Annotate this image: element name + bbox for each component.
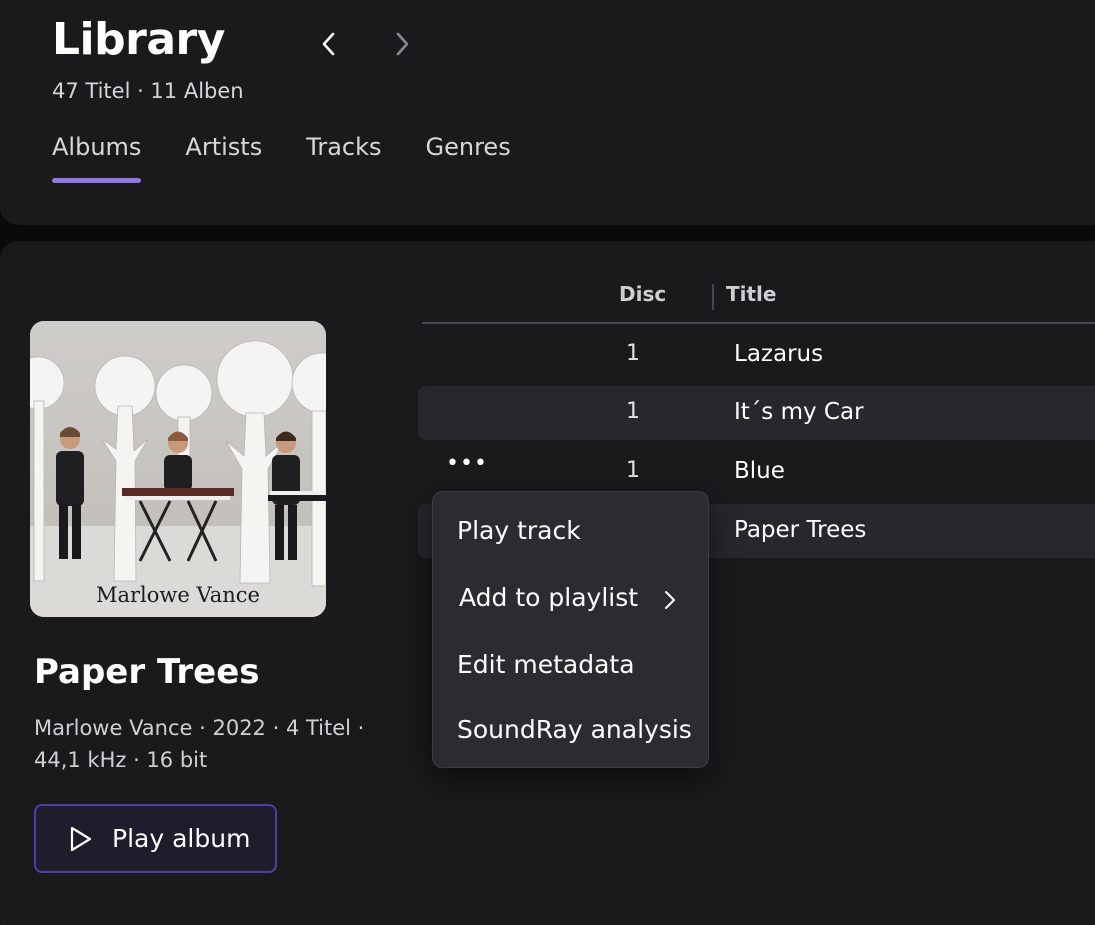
album-title: Paper Trees [34, 652, 260, 692]
album-cover: Marlowe Vance [30, 321, 326, 617]
more-options-button[interactable]: ••• [446, 451, 488, 476]
play-album-label: Play album [112, 824, 251, 853]
tab-albums[interactable]: Albums [52, 133, 142, 183]
track-title: Paper Trees [734, 517, 867, 543]
track-title: It´s my Car [734, 399, 864, 425]
track-title: Lazarus [734, 341, 824, 367]
track-row[interactable]: 1 It´s my Car [418, 386, 1095, 440]
play-album-button[interactable]: Play album [34, 804, 277, 873]
column-header-title[interactable]: Title [726, 282, 776, 306]
page-title: Library [52, 14, 225, 65]
album-cover-art [30, 321, 326, 617]
menu-item-edit-metadata[interactable]: Edit metadata [457, 650, 635, 679]
menu-item-play-track[interactable]: Play track [457, 516, 581, 545]
tab-bar: Albums Artists Tracks Genres [52, 133, 511, 183]
track-row[interactable]: 1 Lazarus [418, 328, 1095, 382]
chevron-right-icon [396, 32, 409, 56]
album-cover-caption: Marlowe Vance [96, 583, 260, 607]
play-icon [70, 826, 92, 851]
track-disc: 1 [626, 341, 640, 366]
library-summary: 47 Titel · 11 Alben [52, 79, 244, 103]
tab-tracks[interactable]: Tracks [306, 133, 381, 183]
tab-genres[interactable]: Genres [426, 133, 511, 183]
back-button[interactable] [309, 24, 349, 64]
chevron-right-icon [665, 591, 675, 609]
column-divider[interactable] [712, 284, 714, 310]
tab-artists[interactable]: Artists [185, 133, 262, 183]
track-disc: 1 [626, 458, 640, 483]
menu-item-add-to-playlist[interactable]: Add to playlist [459, 583, 638, 612]
track-context-menu: Play track Add to playlist Edit metadata… [432, 491, 709, 768]
menu-item-soundray-analysis[interactable]: SoundRay analysis [457, 715, 692, 744]
column-header-disc[interactable]: Disc [619, 282, 666, 306]
track-disc: 1 [626, 399, 640, 424]
forward-button[interactable] [382, 24, 422, 64]
chevron-left-icon [322, 32, 335, 56]
track-title: Blue [734, 458, 785, 484]
album-metadata: Marlowe Vance · 2022 · 4 Titel · 44,1 kH… [34, 716, 365, 772]
header-panel: Library 47 Titel · 11 Alben Albums Artis… [0, 0, 1095, 225]
tracklist-header: Disc Title [422, 266, 1095, 324]
